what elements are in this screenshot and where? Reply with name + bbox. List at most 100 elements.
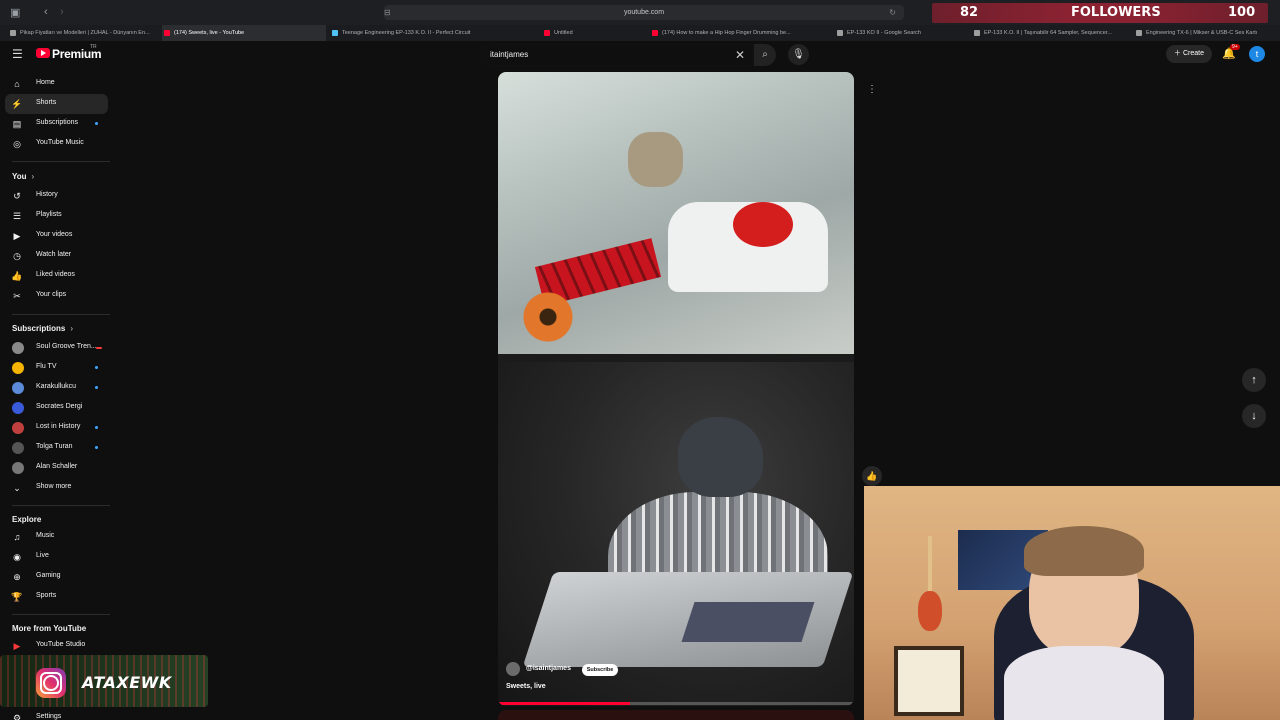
channel-avatar xyxy=(12,362,24,374)
browser-tab[interactable]: EP-133 K.O. II | Taşınabilir 64 Sampler,… xyxy=(972,25,1117,41)
sidebar-item-watch-later[interactable]: ◷ Watch later xyxy=(5,246,108,266)
sidebar-channel[interactable]: Soul Groove Tren... xyxy=(5,338,108,358)
tab-label: (174) Sweets, live - YouTube xyxy=(174,30,245,36)
channel-avatar[interactable] xyxy=(506,662,520,676)
sidebar-item-live[interactable]: ◉ Live xyxy=(5,547,108,567)
instagram-handle: ATAXEWK xyxy=(82,673,172,692)
followers-goal: 100 xyxy=(1228,5,1256,20)
sidebar-item-sports[interactable]: 🏆 Sports xyxy=(5,587,108,607)
sidebar-item-label: Music xyxy=(36,532,55,539)
background-picture-frame xyxy=(894,646,964,716)
create-button[interactable]: ＋ Create xyxy=(1166,45,1212,63)
instagram-icon xyxy=(36,668,66,698)
sidebar-item-label: Sports xyxy=(36,592,57,599)
channel-handle[interactable]: @isaintjames xyxy=(526,665,571,672)
divider xyxy=(12,314,110,315)
sidebar-item-subscriptions[interactable]: ▤ Subscriptions xyxy=(5,114,108,134)
instagram-overlay: ATAXEWK xyxy=(0,655,208,707)
sidebar-item-home[interactable]: ⌂ Home xyxy=(5,74,108,94)
url-text: youtube.com xyxy=(623,9,665,16)
previous-short-button[interactable]: ↑ xyxy=(1242,368,1266,392)
sidebar-section-you[interactable]: You › xyxy=(12,172,34,181)
sidebar-item-youtube-music[interactable]: ◎ YouTube Music xyxy=(5,134,108,154)
new-content-dot xyxy=(95,122,98,125)
channel-avatar xyxy=(12,382,24,394)
voice-search-button[interactable]: 🎙 xyxy=(788,44,809,65)
browser-tab[interactable]: Untitled xyxy=(542,25,642,41)
sidebar-item-liked-videos[interactable]: 👍 Liked videos xyxy=(5,266,108,286)
progress-bar[interactable] xyxy=(498,702,854,705)
streamer-shirt xyxy=(1004,646,1164,720)
scissors-icon: ✂ xyxy=(13,291,21,301)
sidebar-item-settings[interactable]: ⚙ Settings xyxy=(5,708,108,720)
sidebar-item-history[interactable]: ↺ History xyxy=(5,186,108,206)
sidebar-toggle-icon[interactable]: ▣ xyxy=(10,6,20,19)
browser-tab-active[interactable]: (174) Sweets, live - YouTube xyxy=(162,25,326,41)
sidebar-item-label: Subscriptions xyxy=(36,119,79,126)
divider xyxy=(12,161,110,162)
sidebar-item-label: Liked videos xyxy=(36,271,75,278)
webcam-overlay xyxy=(864,486,1280,720)
new-content-dot xyxy=(95,426,98,429)
arrow-down-icon: ↓ xyxy=(1251,410,1257,422)
next-short-preview[interactable] xyxy=(498,710,854,720)
menu-icon[interactable]: ☰ xyxy=(12,47,23,61)
divider xyxy=(12,505,110,506)
shorts-icon: ⚡ xyxy=(11,99,23,109)
browser-tab[interactable]: Engineering TX-6 | Mikser & USB-C Ses Ka… xyxy=(1134,25,1274,41)
sidebar-item-label: Your clips xyxy=(36,291,67,298)
cartoon-flower xyxy=(518,292,578,342)
sidebar-channel[interactable]: Socrates Dergi xyxy=(5,398,108,418)
create-label: Create xyxy=(1182,50,1204,57)
browser-toolbar: ▣ ‹ › ⊟ youtube.com ↻ 82 FOLLOWERS 100 xyxy=(0,0,1280,25)
browser-tab[interactable]: Teenage Engineering EP-133 K.O. II - Per… xyxy=(330,25,480,41)
browser-tab[interactable]: EP-133 KO II - Google Search xyxy=(835,25,945,41)
new-content-dot xyxy=(95,446,98,449)
shorts-player[interactable]: @isaintjames Subscribe Sweets, live xyxy=(498,72,854,706)
chevron-right-icon: › xyxy=(70,324,74,333)
show-more-button[interactable]: ⌄ Show more xyxy=(5,478,108,498)
channel-avatar xyxy=(12,402,24,414)
sidebar-item-youtube-studio[interactable]: ▶ YouTube Studio xyxy=(5,636,108,656)
notification-badge: 9+ xyxy=(1230,44,1240,50)
sidebar-channel[interactable]: Alan Schaller xyxy=(5,458,108,478)
sidebar-section-subscriptions[interactable]: Subscriptions › xyxy=(12,324,73,333)
browser-tab[interactable]: Pikap Fiyatları ve Modelleri | ZUHAL - D… xyxy=(8,25,158,41)
sidebar-item-label: Playlists xyxy=(36,211,62,218)
search-input[interactable]: itaintjames ✕ xyxy=(482,44,754,66)
home-icon: ⌂ xyxy=(14,79,20,89)
sidebar-channel[interactable]: Lost in History xyxy=(5,418,108,438)
new-content-dot xyxy=(95,366,98,369)
trophy-icon: 🏆 xyxy=(11,592,23,602)
clear-search-icon[interactable]: ✕ xyxy=(735,48,745,62)
tab-label: Pikap Fiyatları ve Modelleri | ZUHAL - D… xyxy=(20,30,150,36)
subscribe-button[interactable]: Subscribe xyxy=(582,664,618,676)
reload-icon[interactable]: ↻ xyxy=(889,5,896,20)
more-options-icon[interactable]: ⋮ xyxy=(865,84,879,100)
music-icon: ♫ xyxy=(13,532,21,542)
next-short-button[interactable]: ↓ xyxy=(1242,404,1266,428)
section-heading: You xyxy=(12,172,27,181)
arrow-up-icon: ↑ xyxy=(1251,374,1257,386)
sidebar-item-music[interactable]: ♫ Music xyxy=(5,527,108,547)
like-button[interactable]: 👍 xyxy=(862,466,882,486)
forward-icon[interactable]: › xyxy=(60,6,64,18)
avatar[interactable]: t xyxy=(1249,46,1265,62)
live-indicator xyxy=(96,347,102,349)
address-bar[interactable]: ⊟ youtube.com ↻ xyxy=(384,5,904,20)
search-button[interactable]: ⌕ xyxy=(754,44,776,66)
sidebar-channel[interactable]: Flu TV xyxy=(5,358,108,378)
sidebar-channel[interactable]: Karakullukcu xyxy=(5,378,108,398)
channel-avatar xyxy=(12,462,24,474)
sidebar-item-your-videos[interactable]: ▶ Your videos xyxy=(5,226,108,246)
sidebar-item-gaming[interactable]: ⊕ Gaming xyxy=(5,567,108,587)
back-icon[interactable]: ‹ xyxy=(44,6,48,18)
sidebar-item-your-clips[interactable]: ✂ Your clips xyxy=(5,286,108,306)
short-title[interactable]: Sweets, live xyxy=(506,683,546,690)
sidebar-item-shorts[interactable]: ⚡ Shorts xyxy=(5,94,108,114)
sidebar-channel[interactable]: Tolga Turan xyxy=(5,438,108,458)
sidebar-item-playlists[interactable]: ☰ Playlists xyxy=(5,206,108,226)
page-settings-icon[interactable]: ⊟ xyxy=(384,5,391,20)
thumbs-up-icon: 👍 xyxy=(866,471,878,481)
browser-tab[interactable]: (174) How to make a Hip Hop Finger Drumm… xyxy=(650,25,800,41)
